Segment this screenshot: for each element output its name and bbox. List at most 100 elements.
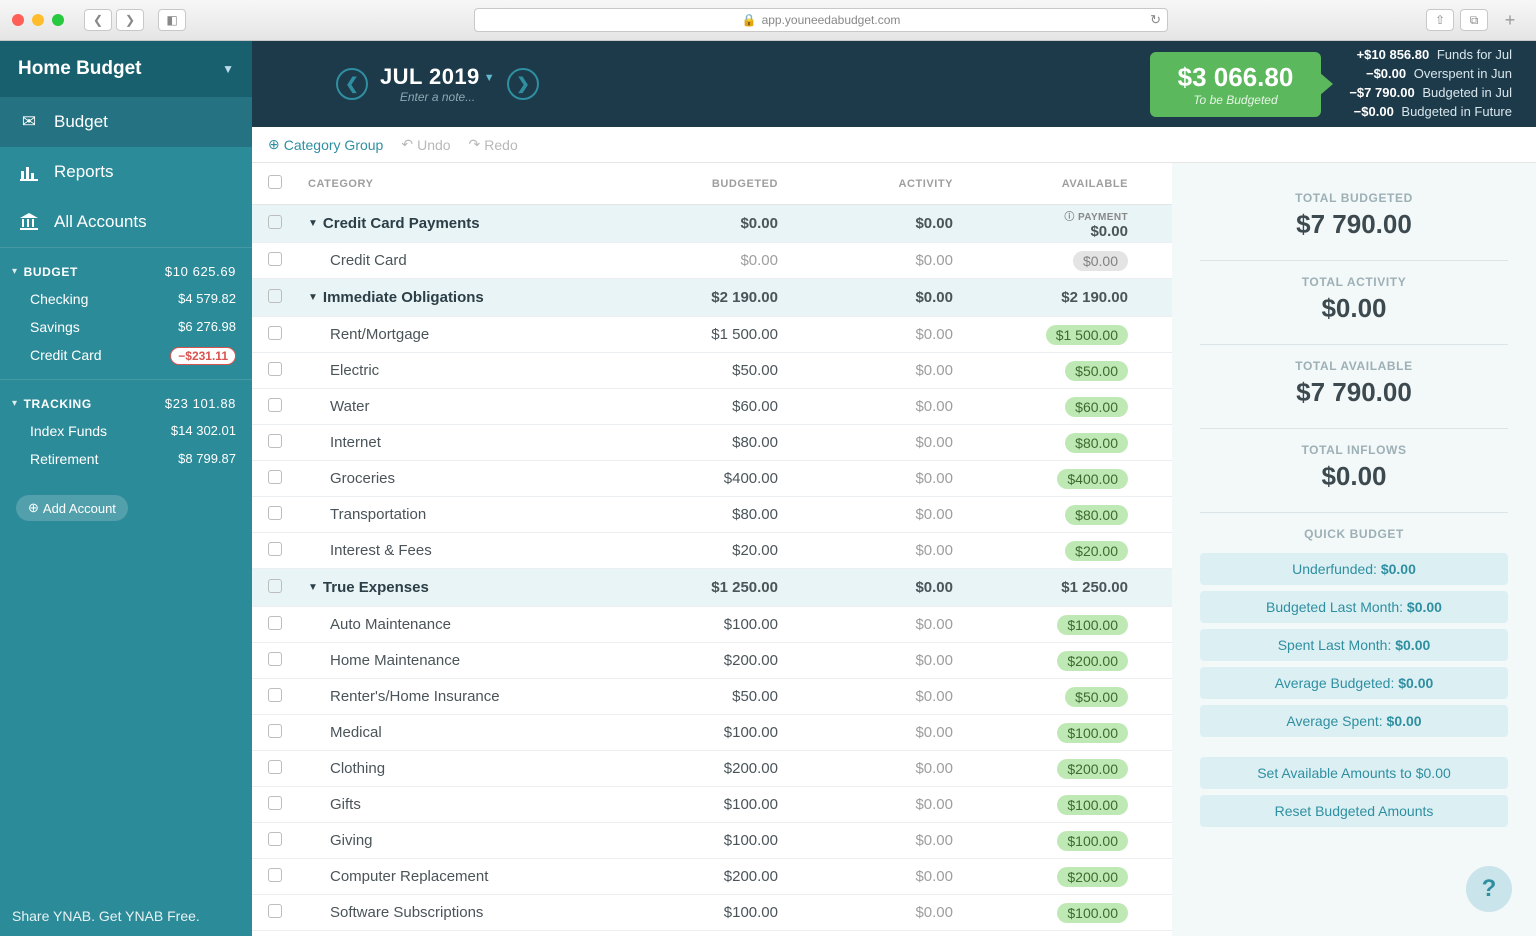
category-row[interactable]: Giving $100.00 $0.00 $100.00	[252, 823, 1172, 859]
category-group-row[interactable]: ▼ Credit Card Payments $0.00 $0.00 ⓘ PAY…	[252, 205, 1172, 243]
sidebar-footer[interactable]: Share YNAB. Get YNAB Free.	[0, 896, 252, 936]
back-button[interactable]: ❮	[84, 9, 112, 31]
category-row[interactable]: Medical $100.00 $0.00 $100.00	[252, 715, 1172, 751]
budget-selector[interactable]: Home Budget ▼	[0, 41, 252, 97]
category-row[interactable]: Water $60.00 $0.00 $60.00	[252, 389, 1172, 425]
collapse-icon[interactable]: ▼	[308, 218, 318, 229]
category-row[interactable]: Electric $50.00 $0.00 $50.00	[252, 353, 1172, 389]
budgeted-cell[interactable]: $100.00	[631, 616, 806, 633]
quick-budget-button[interactable]: Budgeted Last Month: $0.00	[1200, 591, 1508, 623]
add-account-button[interactable]: ⊕ Add Account	[16, 495, 128, 521]
prev-month-button[interactable]: ❮	[336, 68, 368, 100]
group-checkbox[interactable]	[268, 289, 282, 303]
category-group-row[interactable]: ▼ True Expenses $1 250.00 $0.00 $1 250.0…	[252, 569, 1172, 607]
undo-button[interactable]: ↶ Undo	[401, 136, 450, 153]
available-pill[interactable]: $100.00	[1057, 831, 1128, 851]
row-checkbox[interactable]	[268, 868, 282, 882]
sidebar-toggle[interactable]: ◧	[158, 9, 186, 31]
available-pill[interactable]: $80.00	[1065, 505, 1128, 525]
row-checkbox[interactable]	[268, 398, 282, 412]
budgeted-cell[interactable]: $100.00	[631, 904, 806, 921]
add-category-group-button[interactable]: ⊕ Category Group	[268, 136, 383, 153]
account-section-header[interactable]: ▾TRACKING$23 101.88	[0, 388, 252, 417]
row-checkbox[interactable]	[268, 470, 282, 484]
available-pill[interactable]: $100.00	[1057, 615, 1128, 635]
budgeted-cell[interactable]: $80.00	[631, 506, 806, 523]
close-window[interactable]	[12, 14, 24, 26]
row-checkbox[interactable]	[268, 904, 282, 918]
budgeted-cell[interactable]: $60.00	[631, 398, 806, 415]
category-row[interactable]: Credit Card $0.00 $0.00 $0.00	[252, 243, 1172, 279]
group-checkbox[interactable]	[268, 215, 282, 229]
category-row[interactable]: Home Maintenance $200.00 $0.00 $200.00	[252, 643, 1172, 679]
help-button[interactable]: ?	[1466, 866, 1512, 912]
url-bar[interactable]: 🔒 app.youneedabudget.com ↻	[474, 8, 1168, 32]
category-row[interactable]: Renter's/Home Insurance $50.00 $0.00 $50…	[252, 679, 1172, 715]
quick-budget-action[interactable]: Reset Budgeted Amounts	[1200, 795, 1508, 827]
category-group-row[interactable]: ▼ Immediate Obligations $2 190.00 $0.00 …	[252, 279, 1172, 317]
category-row[interactable]: Gifts $100.00 $0.00 $100.00	[252, 787, 1172, 823]
budgeted-cell[interactable]: $0.00	[631, 252, 806, 269]
available-pill[interactable]: $50.00	[1065, 361, 1128, 381]
available-pill[interactable]: $200.00	[1057, 867, 1128, 887]
account-row[interactable]: Index Funds$14 302.01	[0, 417, 252, 445]
row-checkbox[interactable]	[268, 616, 282, 630]
budgeted-cell[interactable]: $50.00	[631, 362, 806, 379]
quick-budget-button[interactable]: Underfunded: $0.00	[1200, 553, 1508, 585]
budgeted-cell[interactable]: $400.00	[631, 470, 806, 487]
share-button[interactable]: ⇧	[1426, 9, 1454, 31]
row-checkbox[interactable]	[268, 832, 282, 846]
budgeted-cell[interactable]: $200.00	[631, 652, 806, 669]
category-row[interactable]: Rent/Mortgage $1 500.00 $0.00 $1 500.00	[252, 317, 1172, 353]
available-pill[interactable]: $100.00	[1057, 903, 1128, 923]
budgeted-cell[interactable]: $100.00	[631, 724, 806, 741]
budgeted-cell[interactable]: $80.00	[631, 434, 806, 451]
category-row[interactable]: Computer Replacement $200.00 $0.00 $200.…	[252, 859, 1172, 895]
category-row[interactable]: Interest & Fees $20.00 $0.00 $20.00	[252, 533, 1172, 569]
category-row[interactable]: Auto Maintenance $100.00 $0.00 $100.00	[252, 607, 1172, 643]
quick-budget-action[interactable]: Set Available Amounts to $0.00	[1200, 757, 1508, 789]
budgeted-cell[interactable]: $20.00	[631, 542, 806, 559]
available-pill[interactable]: $400.00	[1057, 469, 1128, 489]
month-label[interactable]: JUL 2019▼	[380, 64, 495, 90]
tabs-button[interactable]: ⧉	[1460, 9, 1488, 31]
row-checkbox[interactable]	[268, 652, 282, 666]
to-be-budgeted[interactable]: $3 066.80 To be Budgeted	[1150, 52, 1322, 117]
group-checkbox[interactable]	[268, 579, 282, 593]
quick-budget-button[interactable]: Spent Last Month: $0.00	[1200, 629, 1508, 661]
budgeted-cell[interactable]: $1 500.00	[631, 326, 806, 343]
forward-button[interactable]: ❯	[116, 9, 144, 31]
row-checkbox[interactable]	[268, 760, 282, 774]
row-checkbox[interactable]	[268, 542, 282, 556]
available-pill[interactable]: $200.00	[1057, 759, 1128, 779]
account-row[interactable]: Retirement$8 799.87	[0, 445, 252, 473]
row-checkbox[interactable]	[268, 688, 282, 702]
row-checkbox[interactable]	[268, 326, 282, 340]
row-checkbox[interactable]	[268, 362, 282, 376]
reload-icon[interactable]: ↻	[1150, 12, 1161, 28]
minimize-window[interactable]	[32, 14, 44, 26]
next-month-button[interactable]: ❯	[507, 68, 539, 100]
select-all-checkbox[interactable]	[268, 175, 282, 189]
row-checkbox[interactable]	[268, 506, 282, 520]
account-row[interactable]: Savings$6 276.98	[0, 313, 252, 341]
redo-button[interactable]: ↷ Redo	[469, 136, 518, 153]
available-pill[interactable]: $50.00	[1065, 687, 1128, 707]
budgeted-cell[interactable]: $100.00	[631, 796, 806, 813]
category-row[interactable]: Internet $80.00 $0.00 $80.00	[252, 425, 1172, 461]
nav-budget[interactable]: ✉ Budget	[0, 97, 252, 147]
nav-reports[interactable]: Reports	[0, 147, 252, 197]
account-row[interactable]: Credit Card−$231.11	[0, 341, 252, 371]
new-tab-button[interactable]: +	[1496, 10, 1524, 31]
category-row[interactable]: Transportation $80.00 $0.00 $80.00	[252, 497, 1172, 533]
available-pill[interactable]: $60.00	[1065, 397, 1128, 417]
nav-all-accounts[interactable]: All Accounts	[0, 197, 252, 247]
budgeted-cell[interactable]: $100.00	[631, 832, 806, 849]
available-pill[interactable]: $20.00	[1065, 541, 1128, 561]
row-checkbox[interactable]	[268, 724, 282, 738]
maximize-window[interactable]	[52, 14, 64, 26]
budgeted-cell[interactable]: $50.00	[631, 688, 806, 705]
budgeted-cell[interactable]: $200.00	[631, 760, 806, 777]
row-checkbox[interactable]	[268, 434, 282, 448]
quick-budget-button[interactable]: Average Budgeted: $0.00	[1200, 667, 1508, 699]
